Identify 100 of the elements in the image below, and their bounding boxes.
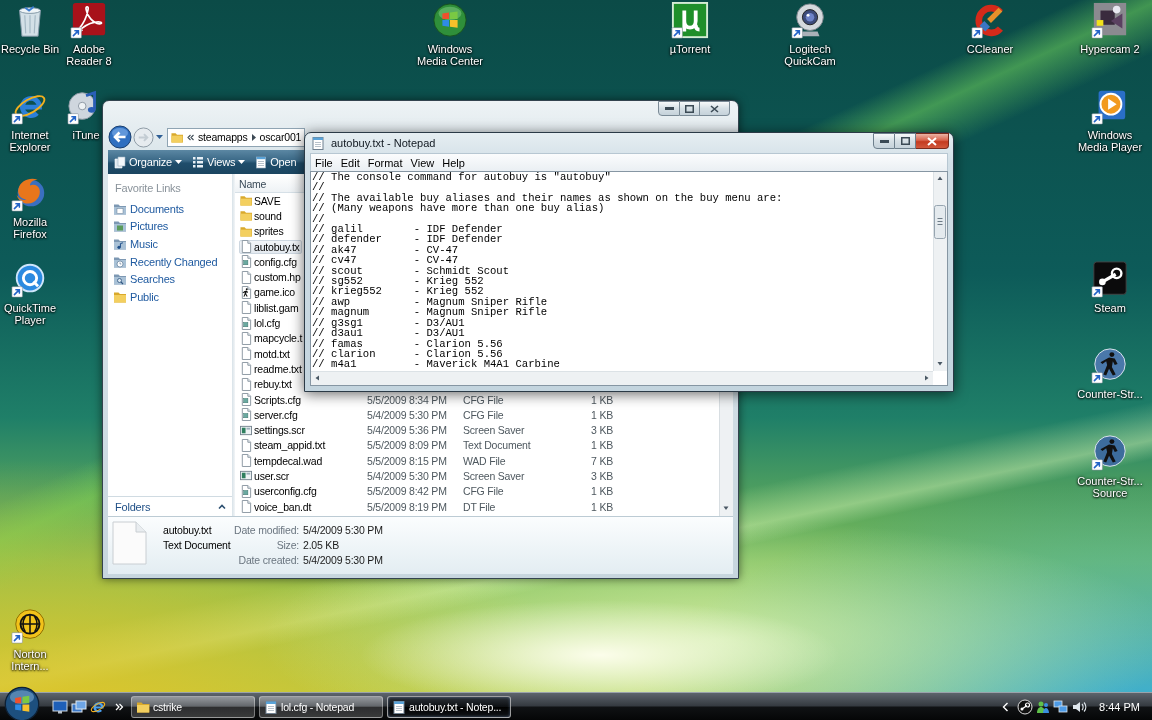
clock[interactable]: 8:44 PM [1099, 700, 1140, 713]
list-entry[interactable]: mapcycle.t [239, 331, 305, 346]
list-entry[interactable]: sound [239, 208, 284, 223]
file-size: 1 KB [590, 408, 613, 421]
modified-date: 5/5/2009 8:09 PM [367, 439, 448, 452]
monitor-icon[interactable] [52, 698, 68, 715]
desktop-shortcut[interactable]: Counter-Str... [1077, 347, 1143, 400]
taskbar-button[interactable]: autobuy.txt - Notep... [387, 695, 511, 718]
address-bar[interactable]: steamapps oscar001 [167, 127, 305, 147]
favorite-link[interactable]: Documents [108, 200, 184, 218]
back-button[interactable] [108, 125, 132, 149]
favorite-link[interactable]: Pictures [108, 217, 169, 236]
file-size: 7 KB [590, 454, 613, 467]
modified-date: 5/5/2009 8:19 PM [367, 500, 448, 513]
toolbar-button[interactable]: Open [251, 151, 301, 173]
pages-icon [114, 155, 126, 169]
double-chevron-icon[interactable] [115, 702, 123, 711]
window-title: autobuy.txt - Notepad [331, 137, 436, 149]
list-entry[interactable]: motd.txt [239, 346, 292, 361]
start-button[interactable] [4, 685, 40, 720]
list-entry[interactable]: rebuy.txt [239, 377, 294, 392]
window-stack-icon[interactable] [71, 698, 87, 715]
desktop-shortcut[interactable]: Steam [1091, 261, 1129, 314]
list-entry[interactable]: readme.txt [239, 361, 304, 376]
list-entry[interactable]: tempdecal.wad [239, 453, 325, 468]
menu-item[interactable]: Edit [336, 156, 364, 169]
list-entry[interactable]: liblist.gam [239, 300, 301, 315]
list-entry[interactable]: userconfig.cfg [239, 484, 319, 499]
mu-tile-icon [671, 2, 709, 40]
favorite-link[interactable]: Public [108, 287, 159, 306]
file-type: Text Document [463, 439, 532, 452]
desktop-shortcut[interactable]: Internet Explorer [0, 88, 64, 153]
property-label: Date created: [238, 553, 299, 568]
notepad-icon [311, 136, 325, 150]
list-entry[interactable]: game.ico [239, 285, 297, 300]
minimize-button[interactable] [658, 101, 680, 116]
list-entry[interactable]: settings.scr [239, 423, 307, 438]
maximize-icon [900, 137, 910, 145]
document-icon [240, 240, 252, 254]
screen-icon [240, 469, 252, 483]
breadcrumb-arrow-icon [251, 133, 256, 141]
maximize-button[interactable] [680, 101, 700, 116]
menu-item[interactable]: Format [363, 156, 407, 169]
list-entry[interactable]: sprites [239, 224, 286, 239]
vertical-scrollbar[interactable] [933, 172, 947, 371]
list-entry[interactable]: SAVE [239, 193, 283, 208]
chevron-left-icon[interactable] [1002, 701, 1010, 712]
taskbar-button[interactable]: lol.cfg - Notepad [259, 695, 383, 718]
piston-circle-icon[interactable] [1017, 698, 1034, 715]
maximize-icon [685, 104, 694, 113]
recent-pages-button[interactable] [155, 135, 164, 139]
list-entry[interactable]: config.cfg [239, 254, 299, 269]
config-document-icon [240, 484, 252, 498]
property-value: 2.05 KB [303, 538, 339, 553]
network-icon[interactable] [1053, 698, 1070, 715]
property-value: 5/4/2009 5:30 PM [303, 553, 383, 568]
menu-item[interactable]: File [311, 156, 337, 169]
column-header[interactable]: Name [235, 175, 301, 192]
desktop-shortcut[interactable]: iTune [67, 88, 105, 141]
taskbar-button[interactable]: cstrike [131, 695, 255, 718]
double-chevron-icon [187, 133, 194, 141]
file-type: Text Document [163, 538, 231, 553]
chevron-up-icon [218, 504, 226, 509]
file-size: 1 KB [590, 485, 613, 498]
favorite-link[interactable]: Recently Changed [108, 252, 218, 271]
list-entry[interactable]: server.cfg [239, 407, 300, 422]
horizontal-scrollbar[interactable] [311, 371, 933, 385]
favorite-link[interactable]: Searches [108, 270, 175, 288]
desktop-shortcut[interactable]: CCleaner [966, 2, 1014, 55]
desktop-shortcut[interactable]: µTorrent [669, 2, 711, 55]
list-entry[interactable]: Scripts.cfg [239, 392, 303, 407]
desktop-shortcut[interactable]: Hypercam 2 [1080, 2, 1140, 55]
breadcrumb[interactable]: oscar001 [259, 131, 302, 143]
favorite-link[interactable]: Music [108, 235, 158, 253]
list-entry[interactable]: steam_appid.txt [239, 438, 328, 453]
minimize-button[interactable] [873, 133, 895, 149]
loop-tile-icon [70, 2, 108, 40]
desktop-shortcut[interactable]: Logitech QuickCam [776, 2, 844, 67]
list-entry[interactable]: lol.cfg [239, 316, 283, 330]
list-entry[interactable]: user.scr [239, 469, 292, 483]
desktop-shortcut[interactable]: Mozilla Firefox [0, 175, 64, 240]
list-entry[interactable]: custom.hp [239, 270, 303, 285]
desktop-shortcut[interactable]: Windows Media Player [1076, 88, 1144, 153]
close-button[interactable] [916, 133, 949, 149]
toolbar-button[interactable]: Organize [110, 151, 187, 173]
music-folder-icon [113, 237, 127, 251]
breadcrumb[interactable]: steamapps [198, 131, 248, 143]
menu-item[interactable]: View [406, 156, 439, 169]
list-entry[interactable]: autobuy.tx [239, 239, 302, 254]
desktop-shortcut[interactable]: Windows Media Center [416, 2, 484, 67]
close-button[interactable] [700, 101, 730, 116]
menu-item[interactable]: Help [438, 156, 469, 169]
maximize-button[interactable] [895, 133, 916, 149]
soldier-icon [1091, 434, 1129, 472]
vertical-scrollbar[interactable] [719, 392, 733, 516]
notepad-icon [255, 155, 268, 169]
toolbar-button[interactable]: Views [188, 151, 250, 173]
list-entry[interactable]: voice_ban.dt [239, 499, 314, 514]
screen-icon [240, 423, 252, 437]
desktop-shortcut[interactable]: QuickTime Player [0, 261, 64, 326]
